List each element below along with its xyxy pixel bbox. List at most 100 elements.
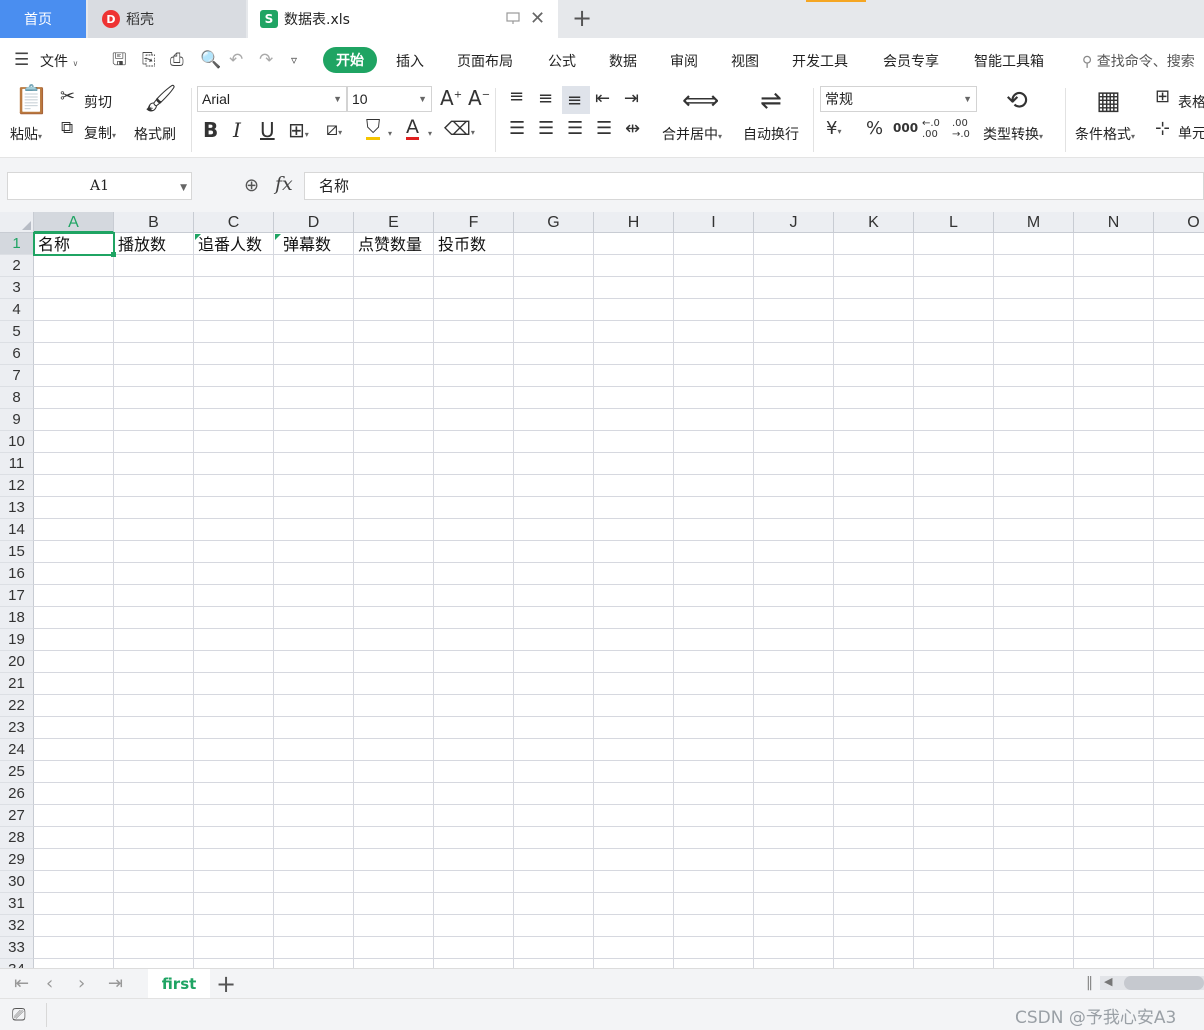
menu-developer[interactable]: 开发工具 [792,51,848,71]
close-tab-icon[interactable]: ✕ [530,8,545,29]
new-tab-button[interactable]: + [572,5,592,31]
row-header-7[interactable]: 7 [0,365,34,387]
font-size-select[interactable]: 10 ▼ [347,86,432,112]
row-header-29[interactable]: 29 [0,849,34,871]
column-header-a[interactable]: A [34,212,114,233]
menu-start[interactable]: 开始 [323,47,377,73]
fill-color-caret-icon[interactable]: ▾ [388,126,392,139]
clear-format-icon[interactable]: ⌫▾ [444,120,475,139]
row-header-20[interactable]: 20 [0,651,34,673]
align-middle-icon[interactable]: ≡ [538,90,553,108]
column-header-c[interactable]: C [194,212,274,233]
row-header-5[interactable]: 5 [0,321,34,343]
row-header-25[interactable]: 25 [0,761,34,783]
row-header-3[interactable]: 3 [0,277,34,299]
pin-window-icon[interactable] [506,11,520,25]
cell-e1[interactable]: 点赞数量 [358,234,422,256]
row-header-26[interactable]: 26 [0,783,34,805]
justify-icon[interactable]: ☰ [596,120,612,138]
row-header-31[interactable]: 31 [0,893,34,915]
row-header-24[interactable]: 24 [0,739,34,761]
cell-b1[interactable]: 播放数 [118,234,166,256]
align-center-icon[interactable]: ☰ [538,120,554,138]
increase-font-icon[interactable]: A+ [440,88,462,108]
cell-style-icon[interactable]: ⧄▾ [326,120,342,139]
row-header-16[interactable]: 16 [0,563,34,585]
print-preview-icon[interactable]: 🔍 [200,51,221,69]
undo-icon[interactable]: ↶ [229,51,243,69]
menu-smart-toolbox[interactable]: 智能工具箱 [974,51,1044,71]
row-header-30[interactable]: 30 [0,871,34,893]
insert-function-icon[interactable]: fx [275,173,293,195]
column-header-e[interactable]: E [354,212,434,233]
row-header-21[interactable]: 21 [0,673,34,695]
row-header-28[interactable]: 28 [0,827,34,849]
table-style-button[interactable]: 表格 [1178,92,1204,112]
decrease-font-icon[interactable]: A− [468,88,490,108]
menu-data[interactable]: 数据 [609,51,637,71]
sheet-tab-first[interactable]: first [148,969,210,999]
align-top-icon[interactable]: ≡ [509,88,524,106]
scrollbar-split-handle[interactable]: ‖ [1086,975,1093,991]
last-sheet-icon[interactable]: ⇥ [108,973,123,994]
row-header-17[interactable]: 17 [0,585,34,607]
decrease-decimal-icon[interactable]: .00 →.0 [952,118,976,140]
row-header-2[interactable]: 2 [0,255,34,277]
next-sheet-icon[interactable]: › [78,973,85,994]
row-header-32[interactable]: 32 [0,915,34,937]
align-right-icon[interactable]: ☰ [567,120,583,138]
fill-color-icon[interactable]: ⛉ [366,118,381,140]
export-pdf-icon[interactable]: ⎘ [142,51,156,69]
add-sheet-button[interactable]: + [216,970,236,998]
name-box[interactable]: A1 ▼ [7,172,192,200]
menu-review[interactable]: 审阅 [670,51,698,71]
row-header-11[interactable]: 11 [0,453,34,475]
wrap-text-button[interactable]: 自动换行 [743,124,799,144]
cell-d1[interactable]: 弹幕数 [283,234,331,256]
cell-button[interactable]: 单元 [1178,123,1204,143]
row-header-33[interactable]: 33 [0,937,34,959]
tab-home[interactable]: 首页 [0,0,86,38]
menu-file[interactable]: 文件 ∨ [40,51,78,71]
select-all-corner[interactable] [0,212,34,233]
formula-input[interactable]: 名称 [304,172,1204,200]
row-header-12[interactable]: 12 [0,475,34,497]
menu-page-layout[interactable]: 页面布局 [457,51,513,71]
font-color-icon[interactable]: A [406,118,419,140]
zoom-formula-icon[interactable]: ⊕ [244,175,259,196]
row-header-34[interactable]: 34 [0,959,34,968]
cell-f1[interactable]: 投币数 [438,234,486,256]
increase-decimal-icon[interactable]: ←.0 .00 [922,118,946,140]
bold-icon[interactable]: B [203,120,218,140]
row-header-18[interactable]: 18 [0,607,34,629]
horizontal-scrollbar-thumb[interactable] [1124,976,1204,990]
save-icon[interactable]: 🖫 [112,51,126,69]
align-bottom-icon[interactable]: ≡ [567,92,582,110]
conditional-format-button[interactable]: 条件格式▾ [1075,124,1135,144]
thousands-separator-icon[interactable]: 000 [893,122,918,134]
fill-handle[interactable] [111,252,116,257]
align-left-icon[interactable]: ☰ [509,120,525,138]
command-search[interactable]: ⚲ 查找命令、搜索 [1082,51,1195,71]
row-header-8[interactable]: 8 [0,387,34,409]
borders-icon[interactable]: ⊞▾ [288,120,309,140]
row-header-1[interactable]: 1 [0,233,34,255]
copy-button[interactable]: 复制▾ [84,123,116,143]
row-header-4[interactable]: 4 [0,299,34,321]
tab-daoke[interactable]: D 稻壳 [88,0,246,38]
column-header-b[interactable]: B [114,212,194,233]
column-header-h[interactable]: H [594,212,674,233]
macro-record-icon[interactable]: ⎚ [12,1005,26,1025]
row-header-22[interactable]: 22 [0,695,34,717]
row-header-9[interactable]: 9 [0,409,34,431]
customize-toolbar-icon[interactable]: ▿ [291,51,297,69]
column-header-j[interactable]: J [754,212,834,233]
row-header-15[interactable]: 15 [0,541,34,563]
column-header-f[interactable]: F [434,212,514,233]
merge-center-button[interactable]: 合并居中▾ [662,124,722,144]
column-header-o[interactable]: O [1154,212,1204,233]
column-header-l[interactable]: L [914,212,994,233]
decrease-indent-icon[interactable]: ⇤ [595,90,610,108]
distributed-align-icon[interactable]: ⇹ [625,120,640,138]
column-header-d[interactable]: D [274,212,354,233]
